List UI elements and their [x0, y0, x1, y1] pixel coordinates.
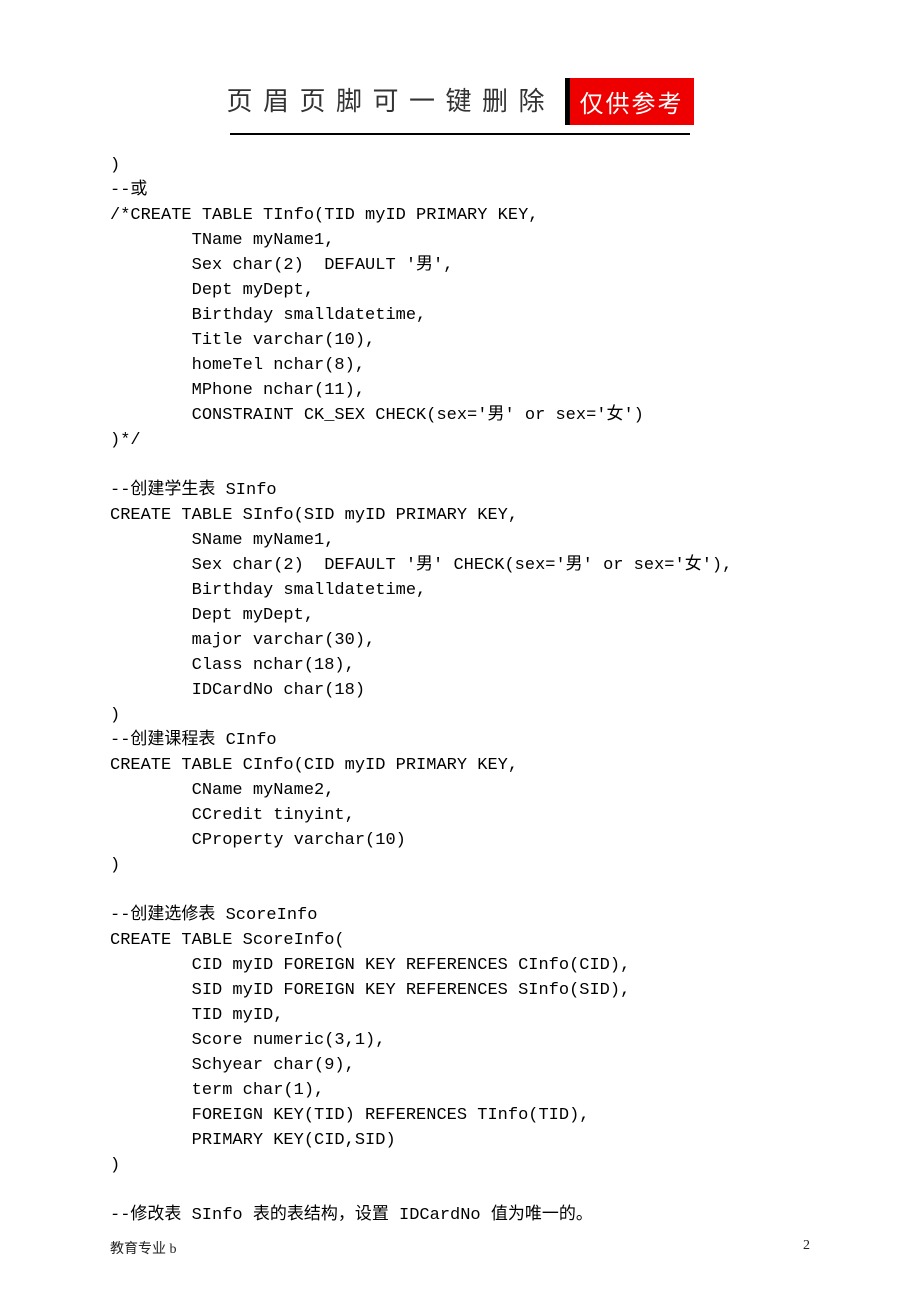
document-page: 页 眉 页 脚 可 一 键 删 除 仅供参考 ) --或 /*CREATE TA…: [0, 0, 920, 1302]
page-number: 2: [803, 1238, 810, 1258]
reference-only-stamp: 仅供参考: [565, 78, 694, 125]
footer-left-text: 教育专业 b: [110, 1238, 177, 1258]
page-footer: 教育专业 b 2: [110, 1238, 810, 1258]
sql-code-block: ) --或 /*CREATE TABLE TInfo(TID myID PRIM…: [110, 153, 810, 1228]
header-divider: [230, 133, 690, 135]
page-header: 页 眉 页 脚 可 一 键 删 除 仅供参考: [110, 78, 810, 125]
header-title: 页 眉 页 脚 可 一 键 删 除: [226, 78, 546, 125]
